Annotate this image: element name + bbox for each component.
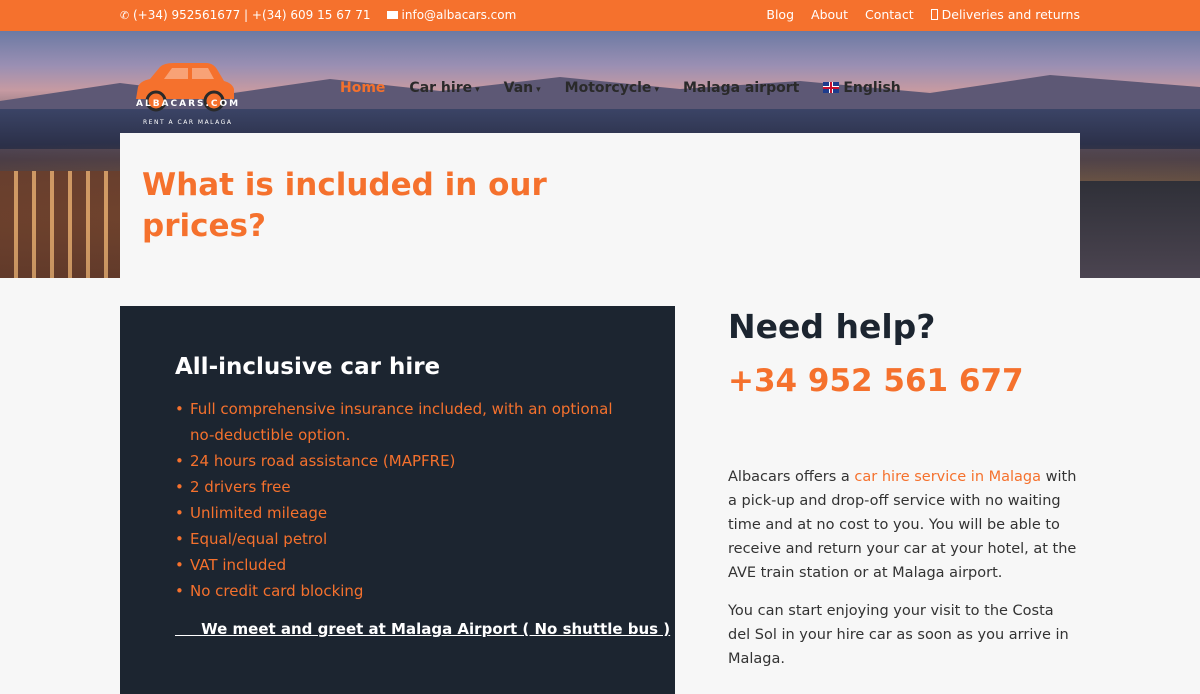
feature-item: 2 drivers free [175, 474, 630, 500]
building-right [1080, 181, 1200, 278]
language-label: English [843, 80, 901, 96]
feature-item: Equal/equal petrol [175, 526, 630, 552]
top-phones[interactable]: (+34) 952561677 | +(34) 609 15 67 71 [133, 8, 371, 22]
language-selector[interactable]: English [823, 80, 901, 96]
feature-item: VAT included [175, 552, 630, 578]
nav-link-deliveries[interactable]: Deliveries and returns [930, 7, 1080, 22]
top-email-link[interactable]: info@albacars.com [402, 8, 517, 22]
car-logo-icon[interactable] [128, 47, 238, 127]
logo-tagline: RENT A CAR MALAGA [143, 119, 233, 126]
top-contact: ✆ (+34) 952561677 | +(34) 609 15 67 71 i… [120, 8, 516, 22]
intro-paragraph: Albacars offers a car hire service in Ma… [728, 465, 1078, 585]
feature-item: No credit card blocking [175, 578, 630, 604]
building-left [0, 171, 120, 278]
title-box: What is included in our prices? [120, 133, 1080, 278]
truck-icon [930, 9, 938, 20]
second-paragraph: You can start enjoying your visit to the… [728, 603, 1069, 667]
nav-link-contact[interactable]: Contact [865, 7, 914, 22]
nav-link-about[interactable]: About [811, 7, 848, 22]
nav-link-blog[interactable]: Blog [766, 7, 794, 22]
intro-text-before: Albacars offers a [728, 469, 855, 485]
help-phone[interactable]: +34 952 561 677 [728, 361, 1078, 401]
car-hire-service-link[interactable]: car hire service in Malaga [854, 469, 1041, 485]
nav-item-malaga-airport[interactable]: Malaga airport [683, 80, 799, 96]
logo-text: ALBACARS.COM [136, 99, 241, 109]
feature-item: 24 hours road assistance (MAPFRE) [175, 448, 630, 474]
mail-icon [386, 11, 398, 19]
secondary-nav: Blog About Contact Deliveries and return… [766, 7, 1080, 22]
features-list: Full comprehensive insurance included, w… [175, 396, 630, 604]
features-heading: All-inclusive car hire [175, 354, 441, 380]
top-bar: ✆ (+34) 952561677 | +(34) 609 15 67 71 i… [0, 0, 1200, 31]
chevron-down-icon: ▾ [654, 85, 659, 95]
nav-item-home[interactable]: Home [340, 80, 385, 96]
uk-flag-icon [823, 82, 840, 93]
feature-item: Unlimited mileage [175, 500, 630, 526]
intro-text-after: with a pick-up and drop-off service with… [728, 469, 1077, 581]
help-section: Need help? +34 952 561 677 Albacars offe… [728, 306, 1078, 671]
nav-item-car-hire[interactable]: Car hire ▾ [409, 80, 479, 96]
help-heading: Need help? [728, 307, 936, 346]
phone-icon: ✆ [120, 8, 130, 22]
chevron-down-icon: ▾ [536, 85, 541, 95]
feature-item: Full comprehensive insurance included, w… [175, 396, 630, 448]
chevron-down-icon: ▾ [475, 85, 480, 95]
nav-item-van[interactable]: Van ▾ [504, 80, 541, 96]
nav-link-deliveries-label: Deliveries and returns [941, 7, 1080, 22]
page-title: What is included in our prices? [142, 167, 547, 244]
main-nav: Home Car hire ▾ Van ▾ Motorcycle ▾ Malaga a… [340, 80, 901, 96]
nav-item-motorcycle-label: Motorcycle [564, 80, 652, 96]
nav-item-motorcycle[interactable]: Motorcycle ▾ [565, 80, 659, 96]
nav-item-van-label: Van [503, 80, 534, 96]
nav-item-car-hire-label: Car hire [409, 80, 473, 96]
meet-greet-link[interactable]: We meet and greet at Malaga Airport ( No… [175, 620, 670, 638]
features-panel: All-inclusive car hire Full comprehensiv… [120, 306, 675, 694]
